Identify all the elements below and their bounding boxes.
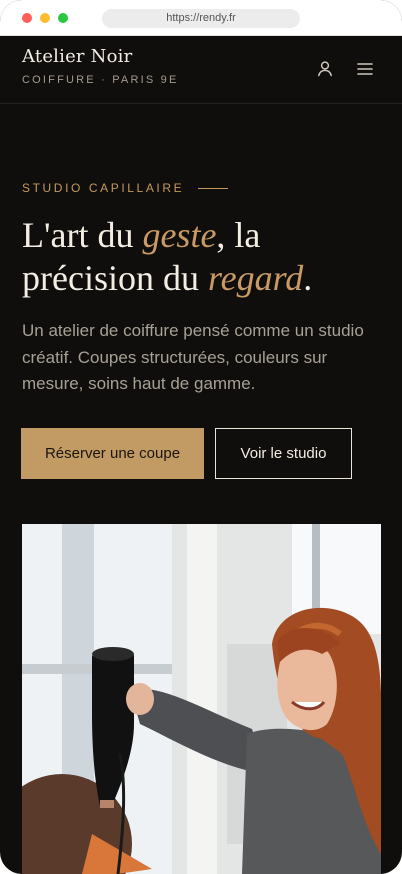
maximize-window-button[interactable]	[58, 13, 68, 23]
headline-accent-1: geste	[142, 215, 217, 255]
address-bar[interactable]: https://rendy.fr	[102, 9, 300, 28]
headline-text-3: .	[303, 258, 313, 298]
hero-eyebrow: STUDIO CAPILLAIRE	[22, 181, 229, 195]
headline-text-1: L'art du	[22, 215, 143, 255]
eyebrow-label: STUDIO CAPILLAIRE	[22, 181, 185, 195]
user-icon[interactable]	[314, 58, 336, 80]
hero-description: Un atelier de coiffure pensé comme un st…	[22, 321, 364, 393]
book-appointment-button[interactable]: Réserver une coupe	[21, 428, 204, 479]
phone-frame: https://rendy.fr Atelier Noir COIFFURE ·…	[0, 0, 402, 874]
hero-photo	[22, 524, 381, 874]
stylist-blow-drying-image	[22, 524, 381, 874]
view-studio-button[interactable]: Voir le studio	[215, 428, 352, 479]
brand-logo[interactable]: Atelier Noir	[22, 46, 132, 67]
headline-accent-2: regard	[207, 258, 304, 298]
close-window-button[interactable]	[22, 13, 32, 23]
eyebrow-divider	[198, 187, 229, 189]
brand-tagline: COIFFURE · PARIS 9E	[22, 74, 179, 86]
site-header: Atelier Noir COIFFURE · PARIS 9E	[0, 36, 402, 104]
hero-headline: L'art du geste, la précision du regard.	[22, 214, 382, 300]
minimize-window-button[interactable]	[40, 13, 50, 23]
browser-toolbar: https://rendy.fr	[0, 0, 402, 36]
menu-icon[interactable]	[354, 58, 376, 80]
